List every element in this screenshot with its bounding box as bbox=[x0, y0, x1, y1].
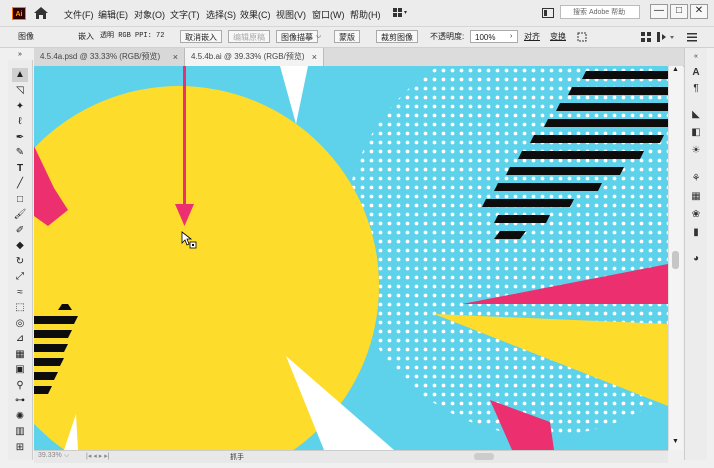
mask-button[interactable]: 蒙版 bbox=[334, 30, 360, 43]
gradient-tool-icon[interactable]: ▣ bbox=[12, 363, 28, 377]
menu-object[interactable]: 对象(O) bbox=[134, 8, 165, 21]
scroll-up-icon[interactable]: ▲ bbox=[672, 66, 679, 73]
control-bar: 图像 嵌入 透明 RGB PPI: 72 取消嵌入 编辑原稿 图像描摹 ⌵ 蒙版… bbox=[0, 27, 714, 48]
warp-tool-icon[interactable]: ≈ bbox=[12, 286, 28, 300]
workspace-switcher-icon[interactable] bbox=[393, 8, 407, 18]
rotate-tool-icon[interactable]: ↻ bbox=[12, 255, 28, 269]
minimize-button[interactable]: — bbox=[650, 4, 668, 19]
line-tool-icon[interactable]: ╱ bbox=[12, 177, 28, 191]
transform-box-icon[interactable] bbox=[576, 31, 588, 43]
transparency-panel-icon[interactable]: ◧ bbox=[689, 126, 703, 140]
perspective-grid-tool-icon[interactable]: ⊿ bbox=[12, 332, 28, 346]
crop-image-button[interactable]: 裁剪图像 bbox=[376, 30, 418, 43]
tab-label: 4.5.4a.psd @ 33.33% (RGB/预览) bbox=[40, 52, 161, 61]
maximize-button[interactable]: □ bbox=[670, 4, 688, 19]
tab-4-5-4b-ai[interactable]: 4.5.4b.ai @ 39.33% (RGB/预览) × bbox=[184, 48, 324, 66]
align-link[interactable]: 对齐 bbox=[524, 30, 540, 43]
zoom-value[interactable]: 39.33% bbox=[38, 452, 62, 459]
panel-menu-icon[interactable] bbox=[686, 31, 698, 43]
gradient-panel-icon[interactable]: ▮ bbox=[689, 226, 703, 240]
menu-view[interactable]: 视图(V) bbox=[276, 8, 306, 21]
object-type-label: 图像 bbox=[18, 32, 34, 41]
swatches-panel-icon[interactable]: ▦ bbox=[689, 190, 703, 204]
artboard-canvas[interactable] bbox=[34, 66, 668, 450]
rectangle-tool-icon[interactable]: □ bbox=[12, 193, 28, 207]
menu-effect[interactable]: 效果(C) bbox=[240, 8, 271, 21]
tab-close-icon[interactable]: × bbox=[312, 48, 317, 66]
tab-label: 4.5.4b.ai @ 39.33% (RGB/预览) bbox=[191, 52, 305, 61]
unembed-button[interactable]: 取消嵌入 bbox=[180, 30, 222, 43]
curvature-tool-icon[interactable]: ✎ bbox=[12, 146, 28, 160]
document-tabs: 4.5.4a.psd @ 33.33% (RGB/预览) × 4.5.4b.ai… bbox=[34, 48, 684, 67]
tab-close-icon[interactable]: × bbox=[173, 48, 178, 66]
scroll-down-icon[interactable]: ▼ bbox=[672, 438, 679, 445]
stroke-panel-icon[interactable]: ◣ bbox=[689, 108, 703, 122]
menu-bar: Ai 文件(F) 编辑(E) 对象(O) 文字(T) 选择(S) 效果(C) 视… bbox=[0, 0, 714, 27]
status-bar: 39.33% ⌵ |◂ ◂ ▸ ▸| 抓手 bbox=[34, 450, 668, 463]
paintbrush-tool-icon[interactable]: 🖌 bbox=[12, 208, 28, 222]
scrollbar-thumb[interactable] bbox=[672, 251, 679, 269]
symbol-sprayer-tool-icon[interactable]: ✺ bbox=[12, 410, 28, 424]
horizontal-scrollbar-thumb[interactable] bbox=[474, 453, 494, 460]
tools-panel: » ▲ ◹ ✦ ℓ ✒ ✎ T ╱ □ 🖌 ✐ ◆ ↻ ⤢ ≈ ⬚ ◎ ⊿ ▦ … bbox=[8, 51, 33, 460]
transform-link[interactable]: 变换 bbox=[550, 30, 566, 43]
opacity-dropdown-icon[interactable]: › bbox=[510, 30, 512, 43]
image-trace-dropdown-icon[interactable]: ⌵ bbox=[316, 30, 321, 43]
artwork bbox=[34, 66, 668, 450]
collapse-toolbar-icon[interactable]: » bbox=[12, 48, 28, 62]
magic-wand-tool-icon[interactable]: ✦ bbox=[12, 100, 28, 114]
blend-tool-icon[interactable]: ⊶ bbox=[12, 394, 28, 408]
menu-window[interactable]: 窗口(W) bbox=[312, 8, 345, 21]
close-button[interactable]: ✕ bbox=[690, 4, 708, 19]
vertical-scrollbar[interactable]: ▲ ▼ bbox=[668, 66, 683, 450]
menu-edit[interactable]: 编辑(E) bbox=[98, 8, 128, 21]
zoom-dropdown-icon[interactable]: ⌵ bbox=[64, 452, 69, 460]
arrange-icon[interactable] bbox=[640, 31, 652, 43]
menu-type[interactable]: 文字(T) bbox=[170, 8, 200, 21]
paragraph-panel-icon[interactable]: ¶ bbox=[689, 82, 703, 96]
edit-original-button: 编辑原稿 bbox=[228, 30, 270, 43]
artboard-nav-icon[interactable]: |◂ ◂ ▸ ▸| bbox=[86, 452, 110, 460]
libraries-panel-icon[interactable]: ⚘ bbox=[689, 172, 703, 186]
lasso-tool-icon[interactable]: ℓ bbox=[12, 115, 28, 129]
appearance-panel-icon[interactable]: ☀ bbox=[689, 144, 703, 158]
color-panel-icon[interactable]: ◕ bbox=[689, 252, 703, 266]
collapse-panels-icon[interactable]: « bbox=[689, 50, 703, 64]
panels-dock: « A ¶ ◣ ◧ ☀ ⚘ ▦ ❀ ▮ ◕ bbox=[684, 48, 707, 460]
eyedropper-tool-icon[interactable]: ⚲ bbox=[12, 379, 28, 393]
image-trace-button[interactable]: 图像描摹 bbox=[276, 30, 318, 43]
tab-4-5-4a-psd[interactable]: 4.5.4a.psd @ 33.33% (RGB/预览) × bbox=[34, 48, 184, 66]
character-panel-icon[interactable]: A bbox=[689, 66, 703, 80]
image-info: 透明 RGB PPI: 72 bbox=[100, 32, 165, 40]
selection-tool-icon[interactable]: ▲ bbox=[12, 68, 28, 82]
mesh-tool-icon[interactable]: ▦ bbox=[12, 348, 28, 362]
app-logo: Ai bbox=[12, 7, 26, 20]
search-input[interactable]: 搜索 Adobe 帮助 bbox=[560, 5, 640, 19]
shaper-tool-icon[interactable]: ✐ bbox=[12, 224, 28, 238]
menu-select[interactable]: 选择(S) bbox=[206, 8, 236, 21]
type-tool-icon[interactable]: T bbox=[12, 162, 28, 176]
menu-help[interactable]: 帮助(H) bbox=[350, 8, 381, 21]
embed-link[interactable]: 嵌入 bbox=[78, 30, 94, 43]
artboard-tool-icon[interactable]: ⊞ bbox=[12, 441, 28, 455]
shape-builder-tool-icon[interactable]: ◎ bbox=[12, 317, 28, 331]
menu-file[interactable]: 文件(F) bbox=[64, 8, 94, 21]
pen-tool-icon[interactable]: ✒ bbox=[12, 131, 28, 145]
eraser-tool-icon[interactable]: ◆ bbox=[12, 239, 28, 253]
free-transform-tool-icon[interactable]: ⬚ bbox=[12, 301, 28, 315]
column-graph-tool-icon[interactable]: ▥ bbox=[12, 425, 28, 439]
isolate-icon[interactable] bbox=[656, 31, 676, 43]
opacity-label: 不透明度: bbox=[430, 32, 465, 41]
scale-tool-icon[interactable]: ⤢ bbox=[12, 270, 28, 284]
arrange-documents-icon[interactable] bbox=[542, 8, 554, 18]
home-icon[interactable] bbox=[33, 6, 49, 20]
brushes-panel-icon[interactable]: ❀ bbox=[689, 208, 703, 222]
current-tool-label: 抓手 bbox=[230, 454, 244, 461]
direct-selection-tool-icon[interactable]: ◹ bbox=[12, 84, 28, 98]
